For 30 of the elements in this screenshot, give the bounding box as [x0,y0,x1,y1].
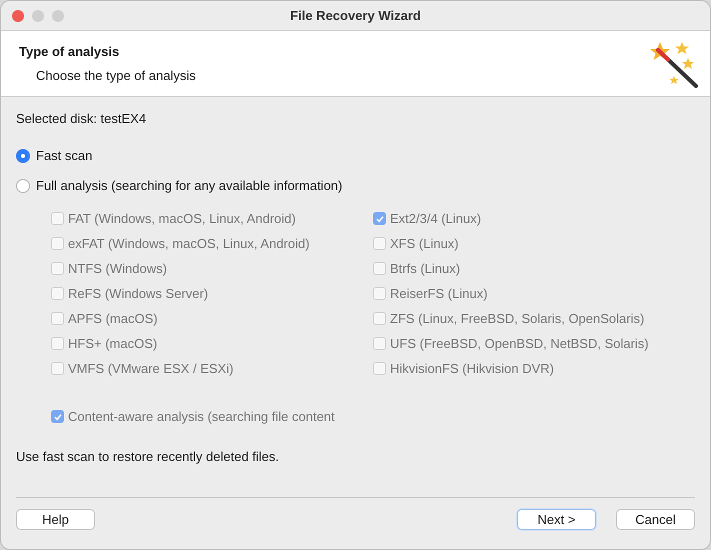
checkbox-label: exFAT (Windows, macOS, Linux, Android) [68,236,310,251]
selected-disk-label: Selected disk: testEX4 [16,111,148,126]
radio-label: Fast scan [36,148,92,163]
checkbox-label: UFS (FreeBSD, OpenBSD, NetBSD, Solaris) [390,336,649,351]
checkbox-label: FAT (Windows, macOS, Linux, Android) [68,211,296,226]
radio-button[interactable] [16,148,30,162]
checkbox-label: XFS (Linux) [390,236,459,251]
radio-button[interactable] [16,178,30,192]
zoom-button[interactable] [52,10,64,22]
checkbox-label: HikvisionFS (Hikvision DVR) [390,361,554,376]
next-button[interactable]: Next > [517,509,596,530]
step-subtitle: Choose the type of analysis [36,68,196,83]
checkbox-label: ZFS (Linux, FreeBSD, Solaris, OpenSolaris) [390,311,644,326]
checkbox-label: VMFS (VMware ESX / ESXi) [68,361,234,376]
close-button[interactable] [12,10,24,22]
checkbox-label: Btrfs (Linux) [390,261,460,276]
checkbox-label: ReiserFS (Linux) [390,286,488,301]
checkbox-label: Ext2/3/4 (Linux) [390,211,482,226]
checkbox-label: APFS (macOS) [68,311,158,326]
step-title: Type of analysis [19,44,120,59]
radio-label: Full analysis (searching for any available information) [36,178,342,193]
minimize-button[interactable] [32,10,44,22]
help-button[interactable]: Help [16,509,95,530]
checkbox-label: NTFS (Windows) [68,261,167,276]
checkbox-label: ReFS (Windows Server) [68,286,208,301]
cancel-button[interactable]: Cancel [616,509,695,530]
window-title: File Recovery Wizard [290,8,421,23]
checkbox-label: Content-aware analysis (searching file content [68,409,335,424]
checkbox-label: HFS+ (macOS) [68,336,158,351]
hint-text: Use fast scan to restore recently deleted files. [16,449,280,464]
